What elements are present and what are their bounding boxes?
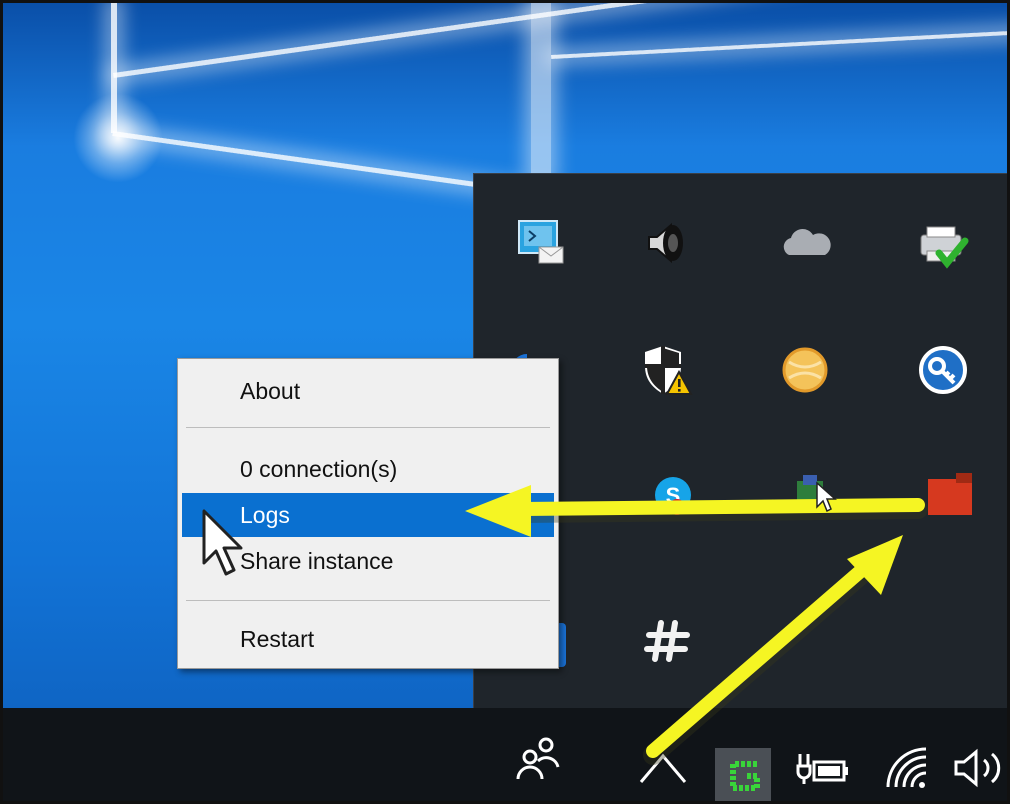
desktop: S About 0 connection(s) Logs Share insta… [0,0,1010,804]
annotation-arrow [465,485,928,537]
mouse-cursor-icon [816,481,837,513]
annotation-arrows [465,485,928,765]
mouse-cursor-icon [202,509,243,576]
annotation-arrow [643,535,903,765]
